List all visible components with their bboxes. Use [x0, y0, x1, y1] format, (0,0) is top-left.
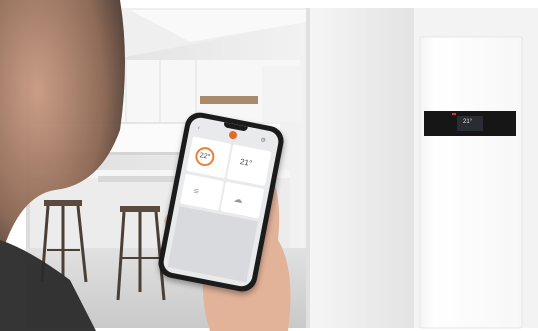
empty-panel: [167, 206, 258, 283]
photo-scene: ‹ ⚙ 22° 21° ≡ ☁ 21°: [0, 0, 538, 331]
weather-tile[interactable]: ☁: [220, 181, 265, 219]
heat-pump-temperature: 21°: [463, 119, 473, 125]
heat-pump-screen[interactable]: 21°: [457, 116, 483, 131]
zone-1-tile[interactable]: 22°: [186, 136, 232, 179]
gear-icon[interactable]: ⚙: [260, 136, 267, 145]
zone-2-tile[interactable]: 21°: [226, 144, 272, 187]
menu-icon: ≡: [192, 185, 200, 197]
zone-2-temperature: 21°: [239, 156, 253, 169]
heat-pump-unit: [419, 36, 523, 329]
heat-pump-display: 21°: [424, 111, 516, 136]
zone-1-temperature: 22°: [193, 145, 217, 168]
status-led: [452, 113, 456, 115]
cloud-icon: ☁: [232, 193, 244, 206]
back-icon[interactable]: ‹: [197, 124, 200, 132]
brand-logo-icon: [228, 130, 238, 140]
menu-tile[interactable]: ≡: [180, 173, 225, 211]
wall-pillar: [306, 8, 414, 328]
